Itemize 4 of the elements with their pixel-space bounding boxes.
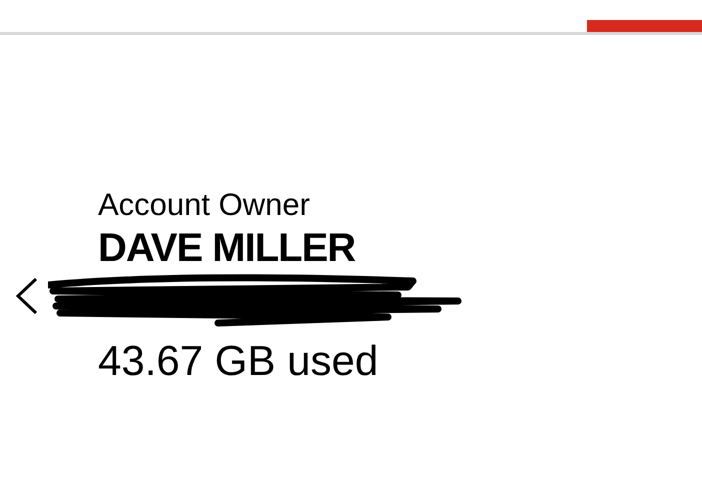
account-name: DAVE MILLER [98, 225, 356, 271]
storage-usage: 43.67 GB used [98, 336, 378, 386]
back-chevron-icon[interactable] [14, 277, 40, 315]
account-role: Account Owner [98, 186, 310, 224]
